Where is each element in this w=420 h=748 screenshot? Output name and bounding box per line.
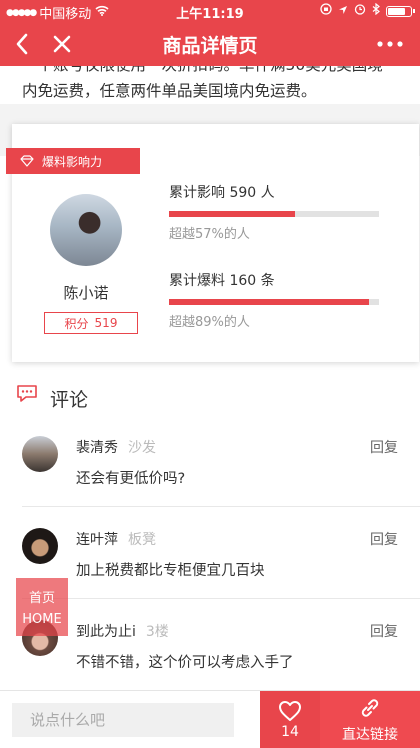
commenter-name[interactable]: 连叶萍 (76, 532, 118, 548)
stat-posts: 累计爆料 160 条 超越89%的人 (169, 270, 379, 330)
diamond-icon (20, 155, 34, 167)
divider (22, 598, 420, 599)
progress-fill (169, 299, 369, 305)
comment-text: 加上税费都比专柜便宜几百块 (76, 563, 265, 579)
comment-floor: 板凳 (128, 532, 156, 548)
direct-link-label: 直达链接 (342, 726, 398, 743)
comments-header: 评论 (0, 378, 420, 418)
progress-bar (169, 299, 379, 305)
home-label-en: HOME (22, 612, 62, 627)
avatar[interactable] (50, 194, 122, 266)
stat-sub: 超越89%的人 (169, 315, 250, 330)
stat-sub: 超越57%的人 (169, 227, 250, 242)
comment-text: 还会有更低价吗? (76, 471, 186, 487)
avatar[interactable] (22, 528, 58, 564)
like-button[interactable]: 14 (260, 691, 320, 748)
comment-text: 不错不错，这个价可以考虑入手了 (76, 655, 294, 671)
stat-label: 累计影响 590 人 (169, 185, 275, 201)
stat-label: 累计爆料 160 条 (169, 273, 275, 289)
comment-icon (16, 384, 38, 406)
reply-button[interactable]: 回复 (370, 621, 398, 641)
more-button[interactable] (370, 28, 410, 60)
battery-icon (386, 5, 415, 17)
reply-button[interactable]: 回复 (370, 437, 398, 457)
stat-influence: 累计影响 590 人 超越57%的人 (169, 182, 379, 242)
location-icon (338, 4, 348, 19)
reply-button[interactable]: 回复 (370, 529, 398, 549)
bottom-bar: 14 直达链接 (0, 690, 420, 748)
progress-bar (169, 211, 379, 217)
progress-fill (169, 211, 295, 217)
points-value: 519 (94, 316, 118, 330)
home-float-button[interactable]: 首页 HOME (16, 578, 68, 636)
lock-rotation-icon (320, 3, 332, 19)
like-count: 14 (281, 723, 299, 740)
ribbon-label: 爆料影响力 (42, 154, 103, 169)
product-intro-text: 一个账号仅限使用一次折扣码。单件满50美元美国境内免运费，任意两件单品美国境内免… (22, 66, 383, 100)
status-bar: ●●●●● 中国移动 上午11:19 (0, 0, 420, 22)
nav-bar: 商品详情页 (0, 22, 420, 66)
home-label: 首页 (28, 591, 55, 606)
comment-item: 到此为止i 3楼 回复 不错不错，这个价可以考虑入手了 (22, 618, 398, 690)
bluetooth-icon (372, 2, 380, 19)
divider (22, 506, 420, 507)
points-badge: 积分 519 (44, 312, 138, 334)
influence-ribbon: 爆料影响力 (6, 148, 140, 174)
heart-icon (279, 700, 301, 721)
alarm-icon (354, 3, 366, 19)
comment-floor: 沙发 (128, 440, 156, 456)
link-icon (361, 698, 379, 717)
page-title: 商品详情页 (162, 35, 258, 57)
influence-card: 爆料影响力 陈小诺 积分 519 累计影响 590 人 超越57%的人 累计爆料… (6, 124, 419, 362)
comment-floor: 3楼 (145, 624, 169, 640)
comment-input[interactable] (12, 703, 234, 737)
commenter-name[interactable]: 到此为止i (76, 624, 136, 640)
user-name[interactable]: 陈小诺 (12, 282, 160, 303)
more-icon (377, 41, 403, 47)
direct-link-button[interactable]: 直达链接 (320, 691, 420, 748)
comments-title: 评论 (50, 389, 89, 411)
commenter-name[interactable]: 裴清秀 (76, 440, 118, 456)
points-label: 积分 (64, 316, 89, 331)
avatar[interactable] (22, 436, 58, 472)
